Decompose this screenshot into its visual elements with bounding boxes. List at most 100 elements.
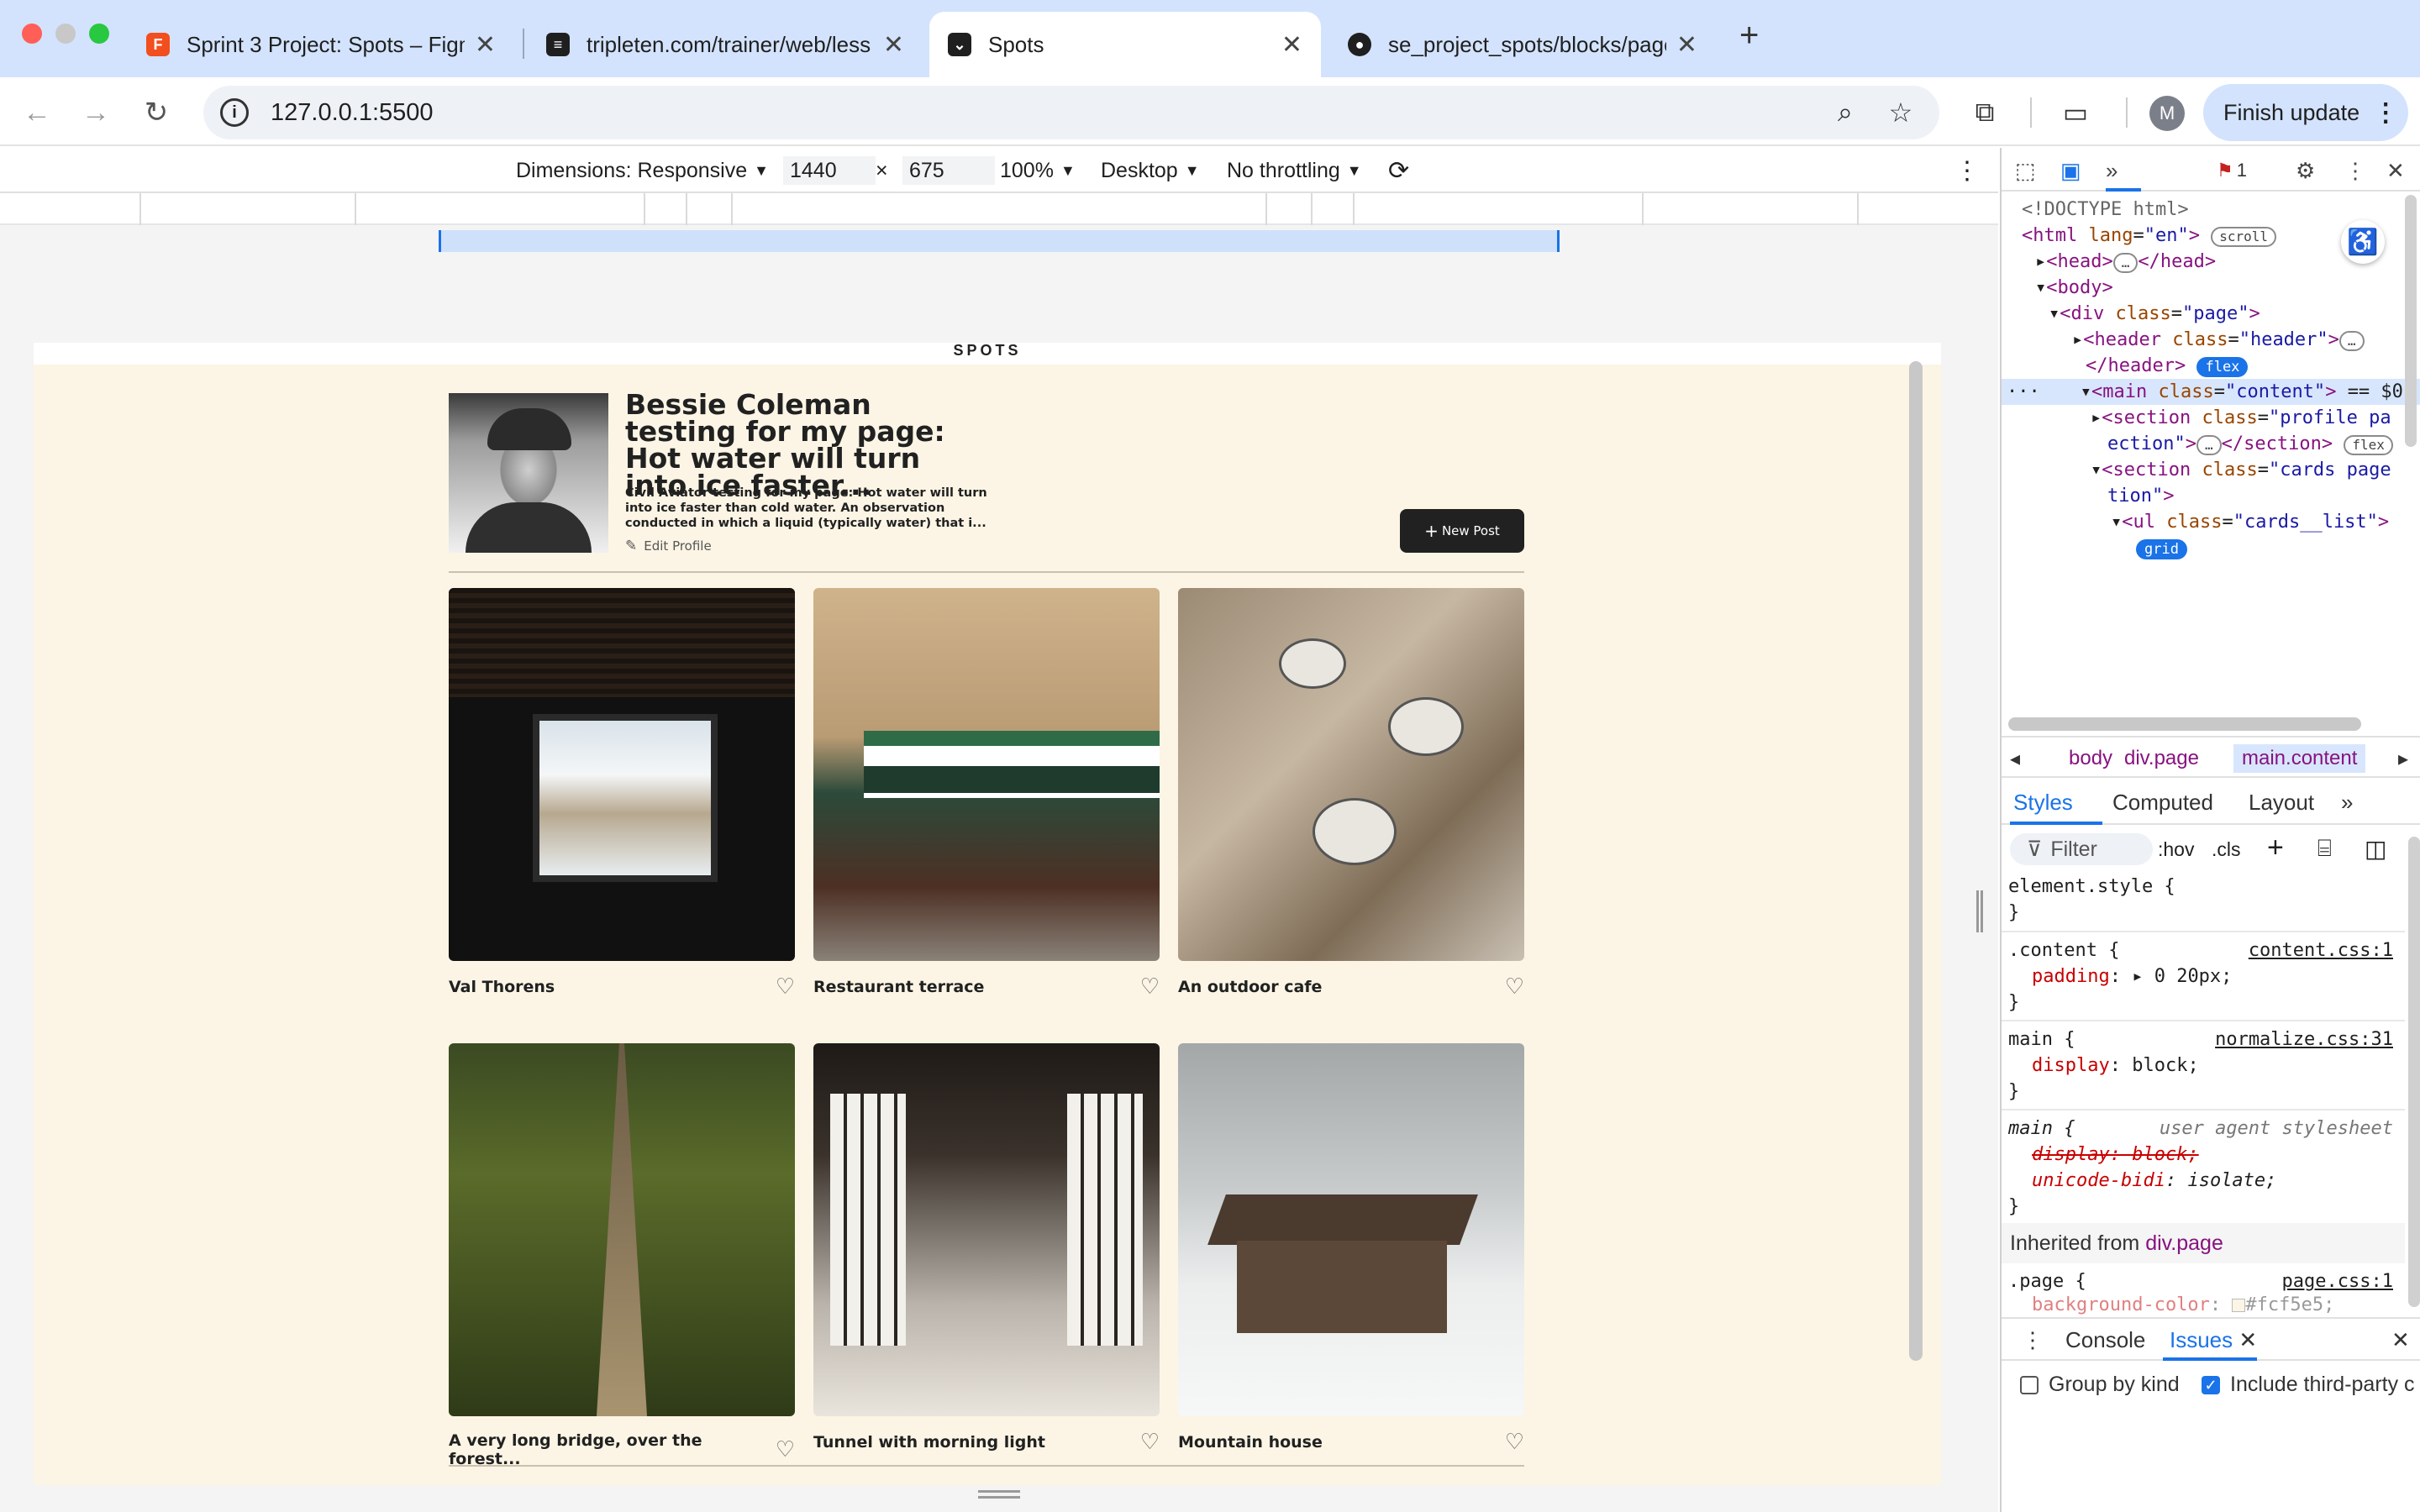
- rule-main-ua-selector[interactable]: main {: [2008, 1116, 2075, 1142]
- browser-tab-tripleten[interactable]: ≡ tripleten.com/trainer/web/less ✕: [528, 12, 923, 77]
- ruler-tick[interactable]: [139, 193, 141, 225]
- inherited-from-link[interactable]: div.page: [2145, 1231, 2223, 1255]
- dom-node-ul-cards-list[interactable]: ▾<ul class="cards__list">: [2111, 509, 2389, 535]
- accessibility-icon[interactable]: ♿: [2341, 220, 2385, 264]
- more-tabs-icon[interactable]: »: [2106, 156, 2118, 185]
- rule-source-link[interactable]: normalize.css:31: [2215, 1026, 2393, 1053]
- dom-node-header[interactable]: ▸<header class="header">…: [2072, 327, 2365, 353]
- ruler-tick[interactable]: [1642, 193, 1644, 225]
- rule-source-link[interactable]: content.css:1: [2249, 937, 2393, 963]
- url-text[interactable]: 127.0.0.1:5500: [271, 99, 434, 127]
- include-third-party-checkbox[interactable]: ✓ Include third-party c: [2202, 1373, 2415, 1397]
- ruler-tick[interactable]: [686, 193, 687, 225]
- ellipsis-badge[interactable]: …: [2338, 331, 2365, 351]
- dom-vertical-scrollbar[interactable]: [2405, 195, 2417, 447]
- ruler-tick[interactable]: [644, 193, 645, 225]
- hover-state-toggle[interactable]: :hov: [2158, 838, 2194, 861]
- dom-node-div-page[interactable]: ▾<div class="page">: [2049, 301, 2260, 327]
- like-heart-icon[interactable]: ♡: [1140, 1431, 1160, 1453]
- rule-main-selector[interactable]: main {: [2008, 1026, 2075, 1053]
- dom-node-html[interactable]: <html lang="en"> scroll: [2022, 223, 2276, 249]
- tab-computed[interactable]: Computed: [2112, 790, 2213, 816]
- close-window-button[interactable]: [22, 24, 42, 44]
- height-input[interactable]: 675: [902, 156, 995, 185]
- width-input[interactable]: 1440: [783, 156, 876, 185]
- tab-layout[interactable]: Layout: [2249, 790, 2314, 816]
- more-vert-icon[interactable]: ⋮: [2022, 1327, 2044, 1353]
- like-heart-icon[interactable]: ♡: [776, 976, 795, 998]
- dom-node-section-profile-close[interactable]: ection">… </section> flex: [2107, 431, 2393, 457]
- breadcrumb-scroll-right[interactable]: ▸: [2390, 744, 2417, 773]
- zoom-icon[interactable]: ⌕: [1828, 96, 1862, 129]
- checkbox-checked[interactable]: ✓: [2202, 1376, 2220, 1395]
- styles-filter-input[interactable]: ⊽ Filter: [2010, 833, 2153, 865]
- breadcrumb-item[interactable]: body: [2060, 744, 2121, 773]
- viewport-resize-handle[interactable]: [1976, 890, 1983, 932]
- browser-tab-spots[interactable]: ⌄ Spots ✕: [929, 12, 1321, 77]
- rotate-icon[interactable]: ⟳: [1388, 156, 1409, 185]
- dom-node-body[interactable]: ▾<body>: [2035, 275, 2113, 301]
- like-heart-icon[interactable]: ♡: [776, 1439, 795, 1461]
- rule-declaration[interactable]: padding: ▸ 0 20px;: [2032, 963, 2232, 990]
- flex-badge[interactable]: flex: [2344, 435, 2393, 455]
- dom-node-header-close[interactable]: </header> flex: [2086, 353, 2249, 379]
- dom-node-section-cards[interactable]: ▾<section class="cards page: [2091, 457, 2391, 483]
- ruler-tick[interactable]: [731, 193, 733, 225]
- edit-profile-button[interactable]: ✎ Edit Profile: [625, 538, 712, 554]
- more-vert-icon[interactable]: ⋮: [2344, 156, 2366, 185]
- card-image[interactable]: [813, 588, 1160, 961]
- back-button[interactable]: ←: [18, 94, 55, 131]
- ruler-tick[interactable]: [1265, 193, 1267, 225]
- extensions-icon[interactable]: ⧉: [1968, 96, 2002, 129]
- like-heart-icon[interactable]: ♡: [1505, 976, 1524, 998]
- ellipsis-badge[interactable]: …: [2112, 253, 2139, 273]
- tab-styles[interactable]: Styles: [2013, 790, 2073, 816]
- dimensions-select[interactable]: Dimensions: Responsive ▼: [516, 156, 769, 185]
- card-image[interactable]: [449, 1043, 795, 1416]
- rule-source-link[interactable]: page.css:1: [2282, 1268, 2393, 1294]
- address-bar[interactable]: i 127.0.0.1:5500: [203, 86, 1939, 139]
- new-post-button[interactable]: + New Post: [1400, 509, 1524, 553]
- viewport-bottom-handle[interactable]: [978, 1490, 1020, 1499]
- new-tab-button[interactable]: +: [1739, 17, 1759, 55]
- maximize-window-button[interactable]: [89, 24, 109, 44]
- card-image[interactable]: [813, 1043, 1160, 1416]
- profile-avatar[interactable]: M: [2149, 96, 2185, 131]
- ellipsis-badge[interactable]: …: [2196, 435, 2222, 455]
- rule-page-selector[interactable]: .page {: [2008, 1268, 2086, 1294]
- throttling-select[interactable]: No throttling ▼: [1227, 156, 1362, 185]
- page-scrollbar[interactable]: [1909, 361, 1923, 1361]
- add-rule-icon[interactable]: +: [2267, 832, 2284, 864]
- close-drawer-icon[interactable]: ✕: [2391, 1327, 2410, 1353]
- flex-badge[interactable]: flex: [2196, 357, 2249, 377]
- ruler-tick[interactable]: [1353, 193, 1355, 225]
- like-heart-icon[interactable]: ♡: [1140, 976, 1160, 998]
- class-toggle[interactable]: .cls: [2212, 838, 2241, 861]
- color-swatch[interactable]: [2232, 1299, 2246, 1312]
- ruler-tick[interactable]: [355, 193, 356, 225]
- rule-declaration[interactable]: unicode-bidi: isolate;: [2032, 1168, 2276, 1194]
- tab-console[interactable]: Console: [2065, 1327, 2145, 1353]
- card-image[interactable]: [1178, 1043, 1524, 1416]
- browser-tab-github[interactable]: ● se_project_spots/blocks/page ✕: [1329, 12, 1716, 77]
- ruler-tick[interactable]: [1311, 193, 1313, 225]
- browser-tab-figma[interactable]: F Sprint 3 Project: Spots – Figm ✕: [128, 12, 514, 77]
- close-icon[interactable]: ✕: [1676, 30, 1697, 60]
- device-toggle-icon[interactable]: ▣: [2060, 156, 2081, 185]
- rule-element-style[interactable]: element.style {: [2008, 874, 2175, 900]
- breadcrumb-item[interactable]: div.page: [2116, 744, 2207, 773]
- sidebar-toggle-icon[interactable]: ◫: [2365, 835, 2386, 863]
- reload-button[interactable]: ↻: [138, 94, 175, 131]
- tab-issues[interactable]: Issues ✕: [2170, 1327, 2257, 1353]
- card-image[interactable]: [1178, 588, 1524, 961]
- dom-node-head[interactable]: ▸<head>… </head>: [2035, 249, 2216, 275]
- paint-brush-icon[interactable]: ⌸: [2317, 835, 2332, 863]
- media-query-bar[interactable]: [439, 230, 1560, 252]
- close-icon[interactable]: ✕: [1281, 30, 1302, 60]
- rule-declaration-overridden[interactable]: display: block;: [2032, 1142, 2199, 1168]
- ruler-tick[interactable]: [1857, 193, 1859, 225]
- close-icon[interactable]: ✕: [883, 30, 904, 60]
- inspect-element-icon[interactable]: ⬚: [2015, 156, 2036, 185]
- issues-counter[interactable]: ⚑ 1: [2217, 156, 2247, 185]
- checkbox-unchecked[interactable]: [2020, 1376, 2039, 1395]
